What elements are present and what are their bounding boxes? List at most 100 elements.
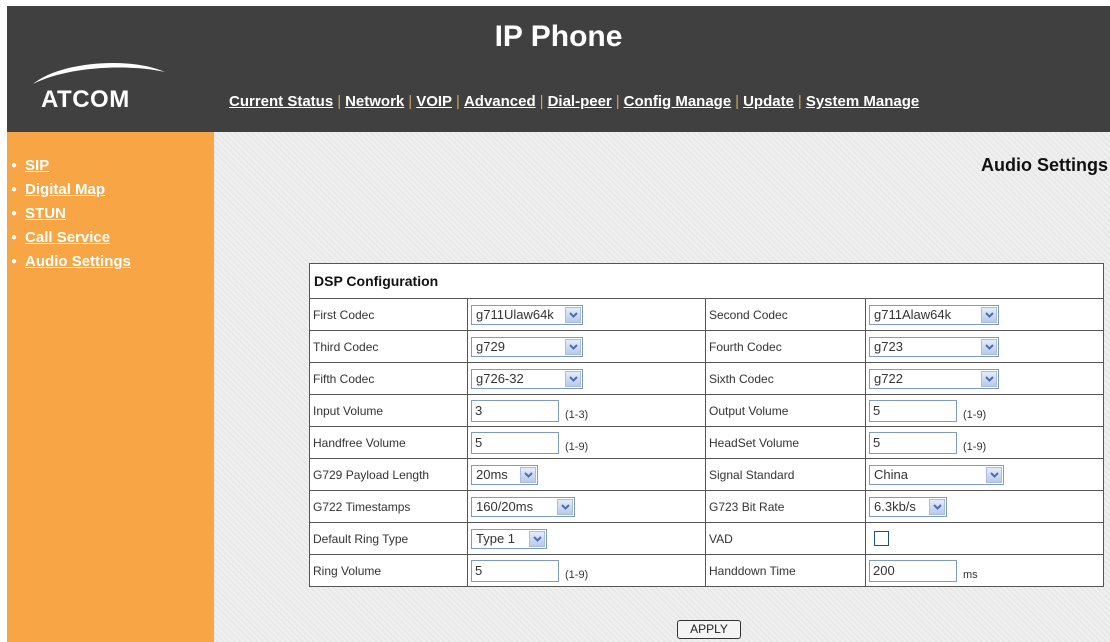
output-volume-field[interactable]: 5 xyxy=(869,399,957,422)
main-content: Audio Settings DSP Configuration First C… xyxy=(214,132,1110,642)
chevron-down-icon xyxy=(981,338,997,355)
nav-separator: | xyxy=(337,93,342,110)
ring-volume-field[interactable]: 5 xyxy=(471,559,559,582)
nav-network[interactable]: Network xyxy=(345,93,404,110)
sidebar-link-call-service[interactable]: Call Service xyxy=(25,229,110,246)
page-title: IP Phone xyxy=(494,20,623,53)
g723-bit-rate-label: G723 Bit Rate xyxy=(705,490,866,523)
third-codec-select[interactable]: g729 xyxy=(471,336,583,357)
fourth-codec-label: Fourth Codec xyxy=(705,330,866,363)
sidebar-item-stun: ● STUN xyxy=(7,202,214,226)
default-ring-type-select[interactable]: Type 1 xyxy=(471,528,547,549)
g729-payload-select[interactable]: 20ms xyxy=(471,464,538,485)
nav-system-manage[interactable]: System Manage xyxy=(806,93,919,110)
third-codec-label: Third Codec xyxy=(309,330,468,363)
first-codec-value: g711Ulaw64k xyxy=(476,306,554,322)
header-bar: ATCOM IP Phone Current Status | Network | VO… xyxy=(7,6,1110,132)
handdown-time-field[interactable]: 200 xyxy=(869,559,957,582)
nav-config-manage[interactable]: Config Manage xyxy=(624,93,732,110)
chevron-down-icon xyxy=(565,306,581,323)
g722-timestamps-label: G722 Timestamps xyxy=(309,490,468,523)
default-ring-type-value: Type 1 xyxy=(476,530,516,546)
nav-separator: | xyxy=(456,93,460,110)
nav-voip[interactable]: VOIP xyxy=(416,93,452,110)
ring-volume-label: Ring Volume xyxy=(309,554,468,587)
fourth-codec-value: g723 xyxy=(874,338,903,354)
chevron-down-icon xyxy=(981,370,997,387)
chevron-down-icon xyxy=(981,306,997,323)
sidebar-link-sip[interactable]: SIP xyxy=(25,157,49,174)
nav-advanced[interactable]: Advanced xyxy=(464,93,536,110)
signal-standard-label: Signal Standard xyxy=(705,458,866,491)
vad-checkbox[interactable] xyxy=(874,531,889,547)
top-navigation: Current Status | Network | VOIP | Advanced | Dia… xyxy=(229,93,919,110)
input-volume-field[interactable]: 3 xyxy=(471,399,559,422)
nav-separator: | xyxy=(797,93,802,110)
section-heading: Audio Settings xyxy=(981,155,1108,175)
second-codec-value: g711Alaw64k xyxy=(874,306,952,322)
headset-volume-range: (1-9) xyxy=(963,440,987,453)
chevron-down-icon xyxy=(520,466,536,483)
handfree-volume-label: Handfree Volume xyxy=(309,426,468,459)
table-row: Default Ring Type Type 1 VAD xyxy=(309,522,1104,555)
sidebar-link-digital-map[interactable]: Digital Map xyxy=(25,181,105,198)
signal-standard-select[interactable]: China xyxy=(869,464,1004,485)
bullet-icon: ● xyxy=(11,256,18,267)
table-row: Handfree Volume 5 (1-9) HeadSet Volume 5 (… xyxy=(309,426,1104,459)
bullet-icon: ● xyxy=(11,184,18,195)
first-codec-label: First Codec xyxy=(309,298,468,331)
g723-bit-rate-select[interactable]: 6.3kb/s xyxy=(869,496,947,517)
g723-bit-rate-value: 6.3kb/s xyxy=(874,498,916,514)
handfree-volume-field[interactable]: 5 xyxy=(471,431,559,454)
first-codec-select[interactable]: g711Ulaw64k xyxy=(471,304,583,325)
sixth-codec-select[interactable]: g722 xyxy=(869,368,999,389)
output-volume-label: Output Volume xyxy=(705,394,866,427)
nav-current-status[interactable]: Current Status xyxy=(229,93,333,110)
chevron-down-icon xyxy=(986,466,1002,483)
table-row: First Codec g711Ulaw64k Second Codec g71… xyxy=(309,298,1104,331)
nav-separator: | xyxy=(539,93,544,110)
handfree-volume-range: (1-9) xyxy=(565,440,589,453)
chevron-down-icon xyxy=(529,530,545,547)
chevron-down-icon xyxy=(565,338,581,355)
sidebar-item-audio-settings: ● Audio Settings xyxy=(7,250,214,274)
second-codec-select[interactable]: g711Alaw64k xyxy=(869,304,999,325)
logo-swoosh-icon xyxy=(33,62,165,84)
sidebar: ● SIP ● Digital Map ● STUN ● Call Service ● A… xyxy=(7,132,214,642)
g722-timestamps-select[interactable]: 160/20ms xyxy=(471,496,575,517)
g722-timestamps-value: 160/20ms xyxy=(476,498,534,514)
sidebar-link-stun[interactable]: STUN xyxy=(25,205,66,222)
atcom-logo: ATCOM xyxy=(41,86,130,113)
handdown-time-unit: ms xyxy=(963,568,978,581)
table-row: Third Codec g729 Fourth Codec g723 xyxy=(309,330,1104,363)
handdown-time-label: Handdown Time xyxy=(705,554,866,587)
input-volume-label: Input Volume xyxy=(309,394,468,427)
sixth-codec-value: g722 xyxy=(874,370,903,386)
table-row: G729 Payload Length 20ms Signal Standard… xyxy=(309,458,1104,491)
table-row: G722 Timestamps 160/20ms G723 Bit Rate 6… xyxy=(309,490,1104,523)
fifth-codec-label: Fifth Codec xyxy=(309,362,468,395)
vad-label: VAD xyxy=(705,522,866,555)
dsp-config-title: DSP Configuration xyxy=(309,263,1104,299)
sidebar-item-call-service: ● Call Service xyxy=(7,226,214,250)
fifth-codec-select[interactable]: g726-32 xyxy=(471,368,583,389)
fourth-codec-select[interactable]: g723 xyxy=(869,336,999,357)
input-volume-range: (1-3) xyxy=(565,408,589,421)
fifth-codec-value: g726-32 xyxy=(476,370,524,386)
sidebar-link-audio-settings[interactable]: Audio Settings xyxy=(25,253,131,270)
signal-standard-value: China xyxy=(874,466,908,482)
nav-separator: | xyxy=(735,93,740,110)
headset-volume-field[interactable]: 5 xyxy=(869,431,957,454)
sidebar-item-sip: ● SIP xyxy=(7,154,214,178)
apply-button[interactable]: APPLY xyxy=(677,620,741,639)
nav-separator: | xyxy=(408,93,413,110)
sidebar-menu: ● SIP ● Digital Map ● STUN ● Call Service ● A… xyxy=(7,132,214,274)
table-row: Ring Volume 5 (1-9) Handdown Time 200 ms xyxy=(309,554,1104,587)
default-ring-type-label: Default Ring Type xyxy=(309,522,468,555)
table-row: Input Volume 3 (1-3) Output Volume 5 (1-9) xyxy=(309,394,1104,427)
nav-update[interactable]: Update xyxy=(743,93,794,110)
nav-dial-peer[interactable]: Dial-peer xyxy=(548,93,612,110)
sixth-codec-label: Sixth Codec xyxy=(705,362,866,395)
g729-payload-label: G729 Payload Length xyxy=(309,458,468,491)
output-volume-range: (1-9) xyxy=(963,408,987,421)
